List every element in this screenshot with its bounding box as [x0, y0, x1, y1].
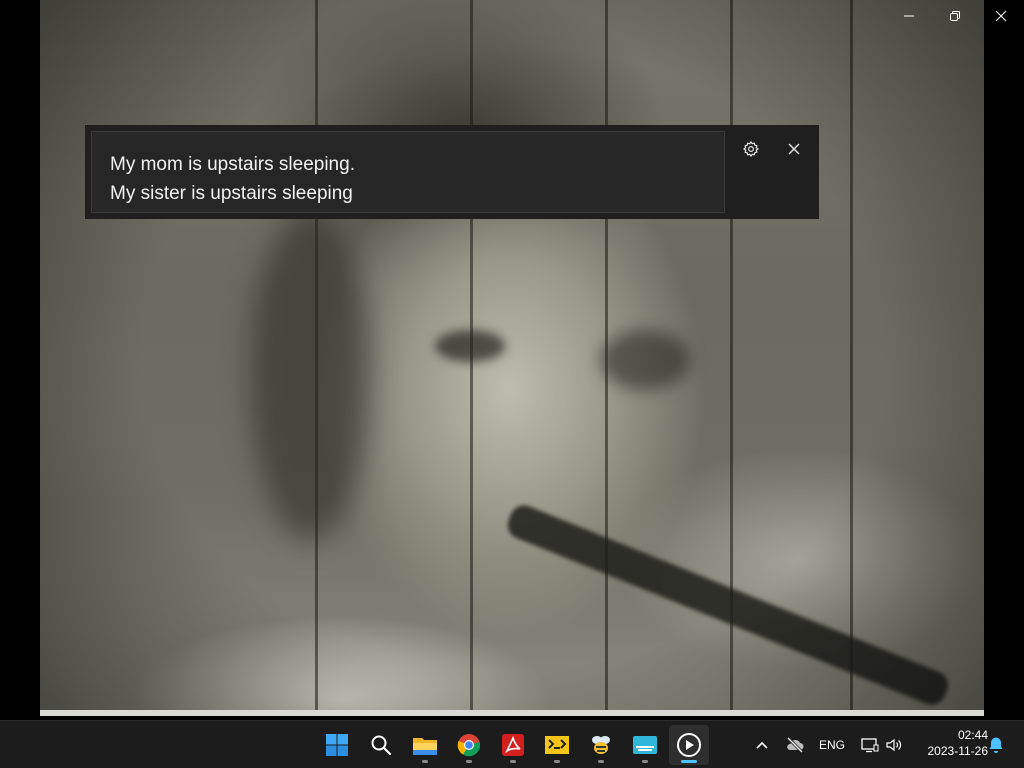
- close-icon: [788, 143, 800, 155]
- taskbar-media-player[interactable]: [669, 725, 709, 765]
- tray-cloud-off[interactable]: [783, 735, 807, 755]
- minimize-icon[interactable]: [886, 0, 932, 32]
- screen: My mom is upstairs sleeping. My sister i…: [0, 0, 1024, 768]
- media-player-icon: [677, 733, 701, 757]
- video-frame[interactable]: [40, 0, 984, 716]
- restore-icon[interactable]: [932, 0, 978, 32]
- tray-network[interactable]: [860, 735, 880, 755]
- search-button[interactable]: [361, 725, 401, 765]
- network-icon: [861, 738, 879, 753]
- acrobat-icon: [502, 734, 524, 756]
- taskbar-chrome[interactable]: [449, 725, 489, 765]
- language-indicator[interactable]: ENG: [817, 735, 847, 755]
- tray-volume[interactable]: [884, 735, 904, 755]
- taskbar-captions-app[interactable]: [625, 725, 665, 765]
- taskbar-yellow-app[interactable]: [537, 725, 577, 765]
- taskbar-bee-app[interactable]: [581, 725, 621, 765]
- folder-icon: [413, 738, 437, 755]
- yellow-app-icon: [545, 736, 569, 754]
- bell-icon: [989, 737, 1003, 753]
- chevron-up-icon: [756, 741, 768, 749]
- windows-logo-icon: [326, 734, 348, 756]
- taskbar-clock[interactable]: 02:44 2023-11-26: [912, 727, 989, 759]
- caption-line-1: My mom is upstairs sleeping.: [110, 154, 355, 175]
- start-button[interactable]: [317, 725, 357, 765]
- clock-time: 02:44: [957, 728, 988, 742]
- gear-icon: [743, 141, 759, 157]
- taskbar: ENG: [0, 720, 1024, 768]
- notification-button[interactable]: [986, 735, 1006, 755]
- caption-line-2: My sister is upstairs sleeping: [110, 183, 353, 204]
- cloud-off-icon: [786, 737, 804, 753]
- tray-overflow-button[interactable]: [752, 735, 772, 755]
- chrome-icon: [457, 734, 481, 757]
- bee-icon: [592, 736, 610, 754]
- volume-icon: [886, 738, 902, 752]
- caption-close-button[interactable]: [782, 137, 806, 161]
- search-icon: [371, 735, 392, 756]
- taskbar-acrobat[interactable]: [493, 725, 533, 765]
- clock-date: 2023-11-26: [927, 744, 989, 758]
- taskbar-file-explorer[interactable]: [405, 725, 445, 765]
- caption-text-area: My mom is upstairs sleeping. My sister i…: [91, 131, 725, 213]
- video-bottom-edge: [40, 710, 984, 716]
- close-icon[interactable]: [978, 0, 1024, 32]
- live-caption-window[interactable]: My mom is upstairs sleeping. My sister i…: [85, 125, 819, 219]
- caption-settings-button[interactable]: [739, 137, 763, 161]
- captions-icon: [633, 736, 657, 754]
- window-controls: [886, 0, 1024, 32]
